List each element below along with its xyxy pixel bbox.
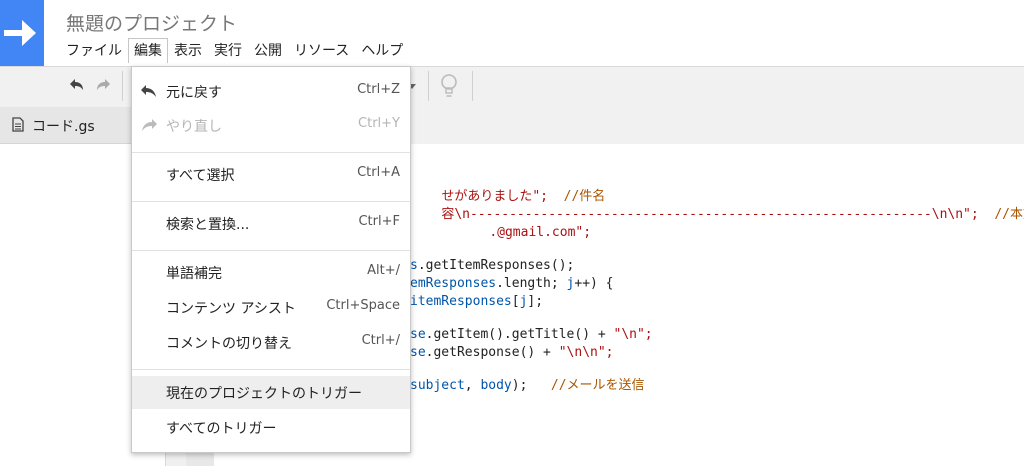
menu-bar: ファイル 編集 表示 実行 公開 リソース ヘルプ — [60, 38, 409, 64]
code-comment: //本文 — [994, 207, 1024, 222]
edit-menu-dropdown: 元に戻す Ctrl+Z やり直し Ctrl+Y すべて選択 Ctrl+A 検索と… — [131, 66, 411, 453]
menu-item-word-completion[interactable]: 単語補完 Alt+/ — [132, 256, 410, 289]
arrow-right-icon — [4, 20, 36, 46]
menu-item-shortcut: Alt+/ — [367, 263, 400, 278]
undo-icon[interactable] — [66, 76, 86, 96]
menu-item-shortcut: Ctrl+A — [357, 165, 400, 180]
toolbar-divider — [428, 71, 429, 101]
menu-edit[interactable]: 編集 — [128, 38, 168, 63]
code-text: ++) { — [574, 276, 614, 291]
menu-item-label: 元に戻す — [166, 85, 222, 101]
code-line: 容\n-------------------------------------… — [410, 188, 1024, 222]
code-line: se.getItem().getTitle() + "\n"; — [410, 326, 653, 344]
menu-item-content-assist[interactable]: コンテンツ アシスト Ctrl+Space — [132, 291, 410, 324]
document-icon — [12, 117, 24, 132]
menu-divider — [132, 250, 410, 251]
redo-icon[interactable] — [94, 76, 114, 96]
code-variable: subject — [410, 378, 465, 393]
code-string: "\n\n"; — [558, 345, 614, 360]
code-text: .length; — [496, 276, 567, 291]
code-text: .getItem().getTitle() + — [425, 327, 614, 342]
code-line: s.getItemResponses(); — [410, 257, 574, 275]
code-string: .@gmail.com"; — [489, 225, 592, 240]
menu-item-label: すべてのトリガー — [166, 421, 277, 437]
menu-item-label: やり直し — [166, 119, 222, 135]
code-line: .@gmail.com"; — [458, 206, 591, 240]
lightbulb-icon[interactable] — [439, 73, 459, 99]
menu-divider — [132, 152, 410, 153]
menu-item-shortcut: Ctrl+Y — [358, 116, 400, 131]
code-text: , — [464, 378, 481, 393]
menu-item-find-replace[interactable]: 検索と置換... Ctrl+F — [132, 207, 410, 240]
menu-item-label: 検索と置換... — [166, 217, 250, 233]
menu-help[interactable]: ヘルプ — [355, 38, 409, 64]
project-title[interactable]: 無題のプロジェクト — [66, 9, 237, 36]
code-line: subject, body); //メールを送信 — [410, 377, 645, 395]
redo-icon — [142, 119, 157, 131]
code-variable: emResponses — [410, 276, 497, 291]
menu-item-label: コメントの切り替え — [166, 336, 292, 352]
undo-icon — [141, 85, 156, 97]
menu-divider — [132, 201, 410, 202]
menu-publish[interactable]: 公開 — [248, 38, 288, 64]
menu-run[interactable]: 実行 — [208, 38, 248, 64]
menu-view[interactable]: 表示 — [168, 38, 208, 64]
menu-item-label: 現在のプロジェクトのトリガー — [166, 386, 362, 402]
menu-divider — [132, 369, 410, 370]
code-variable: se — [410, 345, 426, 360]
file-name: コード.gs — [32, 119, 95, 135]
code-text: .getResponse() + — [425, 345, 559, 360]
code-variable: body — [480, 378, 512, 393]
code-variable: se — [410, 327, 426, 342]
code-text: ]; — [527, 294, 544, 309]
code-line: emResponses.length; j++) { — [410, 275, 614, 293]
menu-file[interactable]: ファイル — [60, 38, 128, 64]
menu-item-shortcut: Ctrl+Z — [357, 82, 400, 97]
menu-item-shortcut: Ctrl+/ — [361, 333, 400, 348]
menu-item-select-all[interactable]: すべて選択 Ctrl+A — [132, 158, 410, 191]
menu-item-current-project-triggers[interactable]: 現在のプロジェクトのトリガー — [132, 376, 410, 409]
code-variable: itemResponses — [410, 294, 512, 309]
menu-item-undo[interactable]: 元に戻す Ctrl+Z — [132, 75, 410, 108]
menu-item-label: コンテンツ アシスト — [166, 301, 296, 317]
toolbar-divider — [472, 71, 473, 101]
code-line: se.getResponse() + "\n\n"; — [410, 344, 614, 362]
code-text: ); — [511, 378, 528, 393]
menu-item-label: 単語補完 — [166, 266, 222, 282]
menu-item-label: すべて選択 — [166, 168, 235, 184]
code-variable: s — [410, 258, 418, 273]
apps-script-logo[interactable] — [0, 0, 44, 66]
code-line: せがありました"; //件名 — [410, 170, 605, 204]
code-text: .getItemResponses(); — [417, 258, 575, 273]
menu-resources[interactable]: リソース — [288, 38, 355, 64]
code-comment: //メールを送信 — [550, 378, 645, 393]
menu-item-all-triggers[interactable]: すべてのトリガー — [132, 411, 410, 444]
menu-item-shortcut: Ctrl+Space — [326, 298, 400, 313]
toolbar-divider — [122, 71, 123, 101]
menu-item-toggle-comment[interactable]: コメントの切り替え Ctrl+/ — [132, 326, 410, 359]
code-line: itemResponses[j]; — [410, 293, 543, 311]
code-text: [ — [511, 294, 520, 309]
menu-item-redo[interactable]: やり直し Ctrl+Y — [132, 109, 410, 142]
code-string: "\n"; — [613, 327, 653, 342]
menu-item-shortcut: Ctrl+F — [358, 214, 400, 229]
